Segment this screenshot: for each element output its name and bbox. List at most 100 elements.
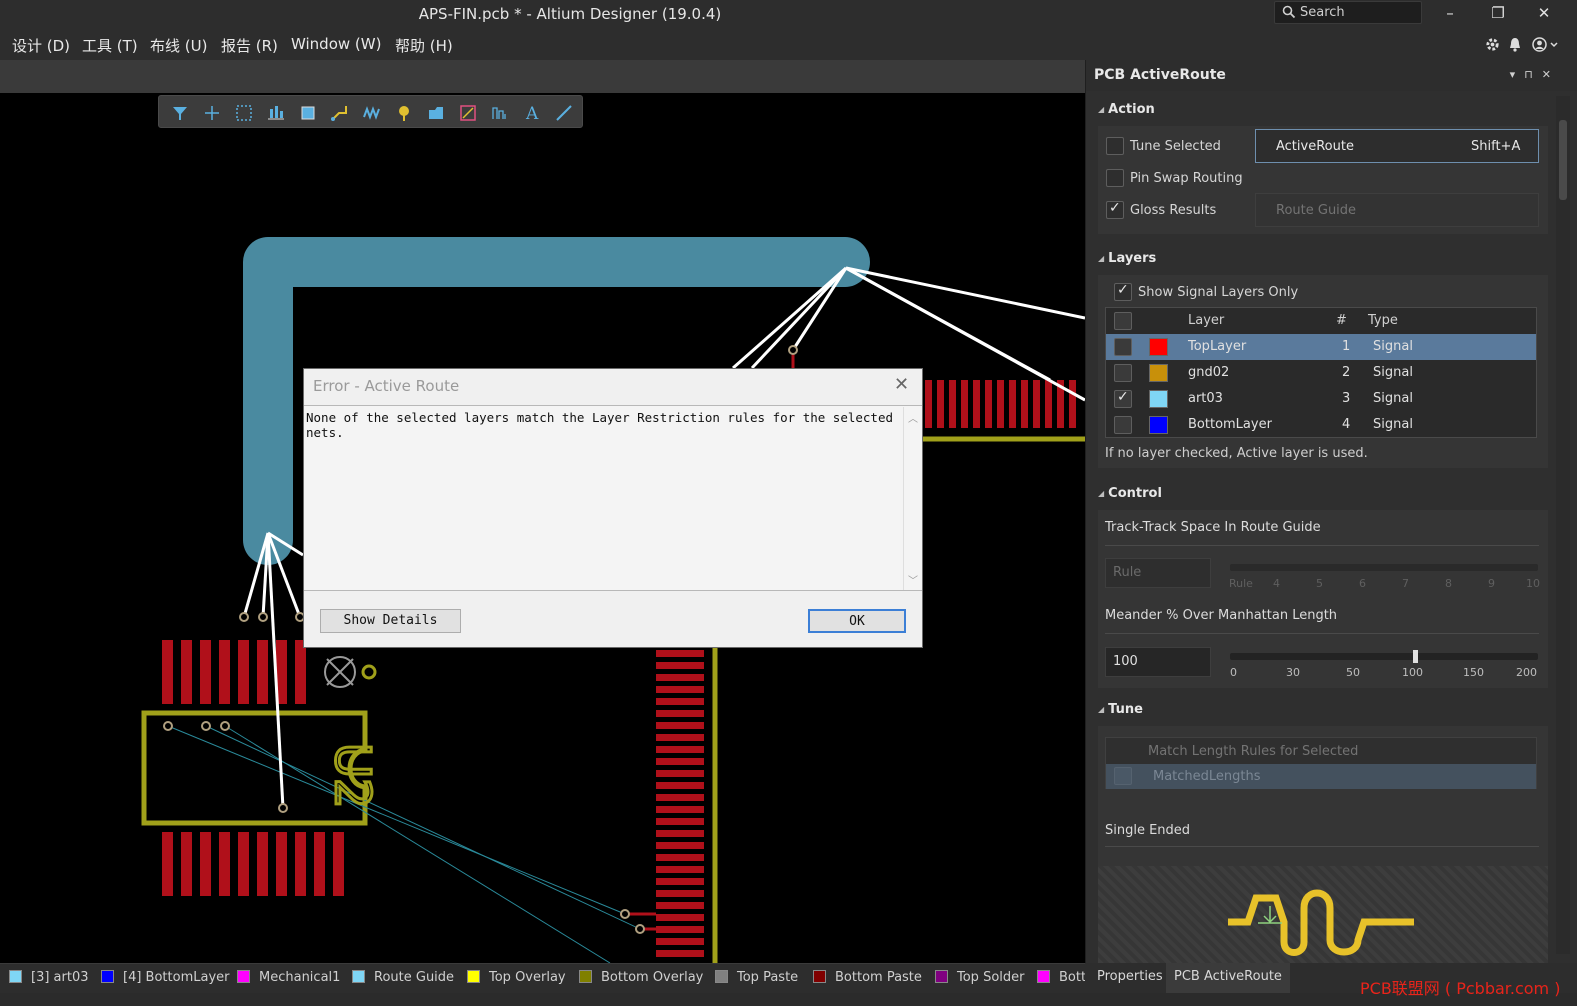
error-dialog: Error - Active Route ✕ None of the selec… <box>303 368 923 648</box>
select-rect-icon[interactable] <box>233 102 255 124</box>
panel-menu-icon[interactable]: ▾ <box>1510 68 1525 81</box>
layer-tab-top-overlay[interactable]: Top Overlay <box>467 970 566 985</box>
ok-button[interactable]: OK <box>808 609 906 633</box>
meander-input[interactable]: 100 <box>1105 647 1211 677</box>
pin-icon[interactable]: ⊓ <box>1524 68 1542 81</box>
filter-icon[interactable] <box>169 102 191 124</box>
layer-row-gnd02[interactable]: gnd02 2 Signal <box>1106 360 1536 386</box>
dimension-icon[interactable] <box>489 102 511 124</box>
layer-row-bottomlayer[interactable]: BottomLayer 4 Signal <box>1106 412 1536 438</box>
meander-label: Meander % Over Manhattan Length <box>1105 608 1338 623</box>
layer-color-swatch <box>1149 364 1168 382</box>
pad-column-middle <box>656 650 704 957</box>
layer-tab-bottom-overlay[interactable]: Bottom Overlay <box>579 970 703 985</box>
layer-number: 2 <box>1342 365 1351 380</box>
select-all-layers-checkbox[interactable] <box>1114 312 1132 330</box>
align-icon[interactable] <box>265 102 287 124</box>
menu-reports[interactable]: 报告 (R) <box>221 35 278 56</box>
layer-checkbox[interactable] <box>1114 416 1132 434</box>
menu-route[interactable]: 布线 (U) <box>150 35 207 56</box>
tune-selected-checkbox[interactable] <box>1106 137 1124 155</box>
tab-pcb-activeroute[interactable]: PCB ActiveRoute <box>1166 963 1290 993</box>
text-icon[interactable]: A <box>521 102 543 124</box>
polygon-icon[interactable] <box>425 102 447 124</box>
restore-button[interactable]: ❐ <box>1483 4 1513 24</box>
u2-pads-bottom <box>162 832 344 896</box>
layer-tab-bottom-paste[interactable]: Bottom Paste <box>813 970 922 985</box>
show-details-button[interactable]: Show Details <box>320 609 461 633</box>
panel-header-icons[interactable]: ▾⊓✕ <box>1510 68 1560 81</box>
section-control-header[interactable]: ◢ Control <box>1098 486 1162 501</box>
user-icon[interactable] <box>1532 37 1560 52</box>
section-tune-header[interactable]: ◢ Tune <box>1098 702 1143 717</box>
layer-tab-bottom-solder[interactable]: Bott <box>1037 970 1086 985</box>
scroll-down-icon[interactable]: ﹀ <box>908 572 918 587</box>
scroll-up-icon[interactable]: ︿ <box>908 410 918 425</box>
layer-tab-art03[interactable]: [3] art03 <box>9 970 89 985</box>
layer-checkbox[interactable] <box>1114 338 1132 356</box>
layer-type: Signal <box>1373 365 1413 380</box>
track-tick-6: 6 <box>1359 577 1366 590</box>
tune-selected-label: Tune Selected <box>1130 139 1221 154</box>
panel-close-icon[interactable]: ✕ <box>1542 68 1560 81</box>
route-guide-button[interactable]: Route Guide <box>1255 193 1539 227</box>
dialog-scrollbar[interactable]: ︿ ﹀ <box>903 407 921 590</box>
layer-tab-mechanical1[interactable]: Mechanical1 <box>237 970 340 985</box>
route-icon[interactable] <box>329 102 351 124</box>
divider <box>1105 633 1539 634</box>
layer-color-swatch <box>935 970 948 983</box>
section-action-header[interactable]: ◢ Action <box>1098 102 1155 117</box>
layer-row-toplayer[interactable]: TopLayer 1 Signal <box>1106 334 1536 360</box>
activeroute-button[interactable]: ActiveRoute Shift+A <box>1255 129 1539 163</box>
track-tick-5: 5 <box>1316 577 1323 590</box>
layer-name: TopLayer <box>1188 339 1247 354</box>
layer-checkbox[interactable] <box>1114 364 1132 382</box>
dialog-close-icon[interactable]: ✕ <box>894 374 909 395</box>
component-icon[interactable] <box>297 102 319 124</box>
bell-icon[interactable] <box>1508 37 1522 52</box>
tab-properties[interactable]: Properties <box>1089 963 1171 993</box>
layers-table-header: Layer # Type <box>1106 308 1536 334</box>
menu-window[interactable]: Window (W) <box>291 35 381 53</box>
region-icon[interactable] <box>457 102 479 124</box>
interactive-route-icon[interactable] <box>361 102 383 124</box>
line-icon[interactable] <box>553 102 575 124</box>
meander-slider-thumb[interactable] <box>1412 650 1418 663</box>
panel-scroll-thumb[interactable] <box>1559 120 1567 200</box>
minimize-button[interactable]: – <box>1435 4 1465 24</box>
matched-lengths-checkbox[interactable] <box>1114 767 1132 785</box>
layer-color-swatch <box>1149 416 1168 434</box>
menu-design[interactable]: 设计 (D) <box>12 35 70 56</box>
search-icon <box>1282 5 1296 19</box>
show-signal-layers-checkbox[interactable] <box>1114 282 1132 301</box>
route-guide-button-label: Route Guide <box>1276 203 1357 218</box>
search-input[interactable]: Search <box>1274 1 1422 24</box>
track-space-input[interactable]: Rule <box>1105 558 1211 588</box>
crosshair-icon[interactable] <box>201 102 223 124</box>
meander-slider[interactable] <box>1230 650 1538 663</box>
layer-row-art03[interactable]: art03 3 Signal <box>1106 386 1536 412</box>
pad-icon[interactable] <box>393 102 415 124</box>
track-space-slider[interactable] <box>1230 564 1538 571</box>
layer-tab-route-guide[interactable]: Route Guide <box>352 970 454 985</box>
layer-color-swatch <box>352 970 365 983</box>
search-placeholder: Search <box>1300 5 1345 20</box>
section-layers-header[interactable]: ◢ Layers <box>1098 251 1156 266</box>
gear-icon[interactable] <box>1485 37 1500 52</box>
gloss-results-checkbox[interactable] <box>1106 200 1124 219</box>
track-tick-8: 8 <box>1445 577 1452 590</box>
pin-swap-routing-checkbox[interactable] <box>1106 169 1124 187</box>
matched-lengths-row[interactable]: MatchedLengths <box>1106 764 1536 789</box>
layer-tab-top-solder[interactable]: Top Solder <box>935 970 1024 985</box>
action-section: Tune Selected Pin Swap Routing Gloss Res… <box>1098 126 1548 234</box>
layer-tab-bottomlayer[interactable]: [4] BottomLayer <box>101 970 229 985</box>
menu-help[interactable]: 帮助 (H) <box>395 35 453 56</box>
meander-tick-30: 30 <box>1286 666 1300 679</box>
layer-tab-top-paste[interactable]: Top Paste <box>715 970 798 985</box>
col-type: Type <box>1368 313 1398 328</box>
watermark: PCB联盟网 ( Pcbbar.com ) <box>1360 979 1561 998</box>
panel-scrollbar[interactable] <box>1556 96 1570 954</box>
menu-tools[interactable]: 工具 (T) <box>82 35 138 56</box>
layer-checkbox[interactable] <box>1114 389 1132 408</box>
close-button[interactable]: ✕ <box>1529 4 1559 24</box>
